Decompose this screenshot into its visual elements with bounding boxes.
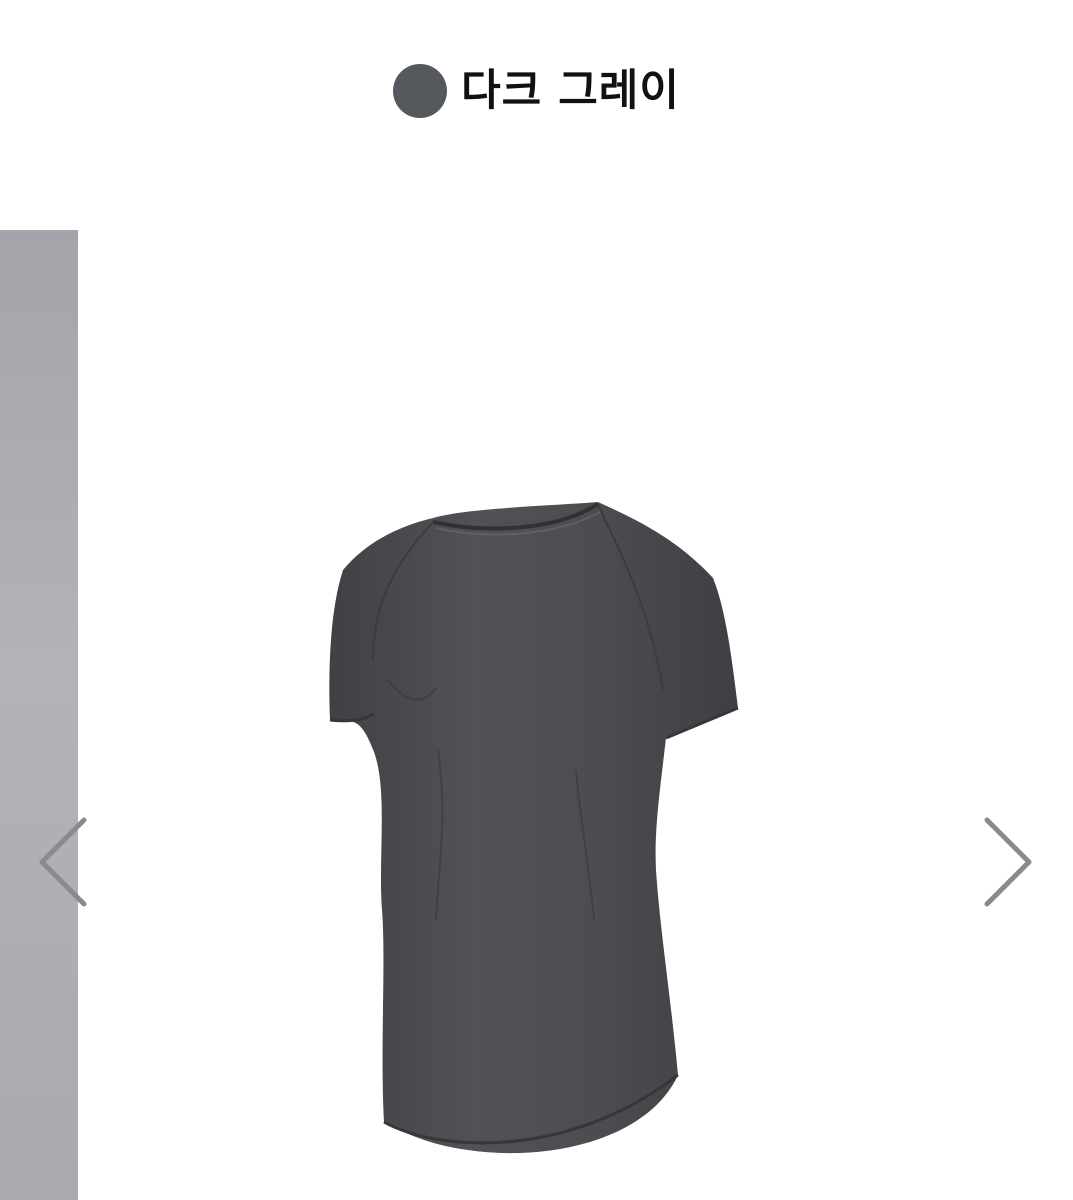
carousel-next-button[interactable] (975, 812, 1035, 912)
chevron-right-icon (984, 817, 1032, 907)
carousel-prev-button[interactable] (32, 812, 92, 912)
product-tshirt-image (329, 502, 739, 1154)
chevron-left-icon (39, 817, 87, 907)
color-name-label: 다크 그레이 (461, 65, 680, 116)
adjacent-slide-preview (0, 230, 78, 1200)
color-option-header: 다크 그레이 (0, 62, 1073, 120)
color-swatch (393, 64, 448, 118)
